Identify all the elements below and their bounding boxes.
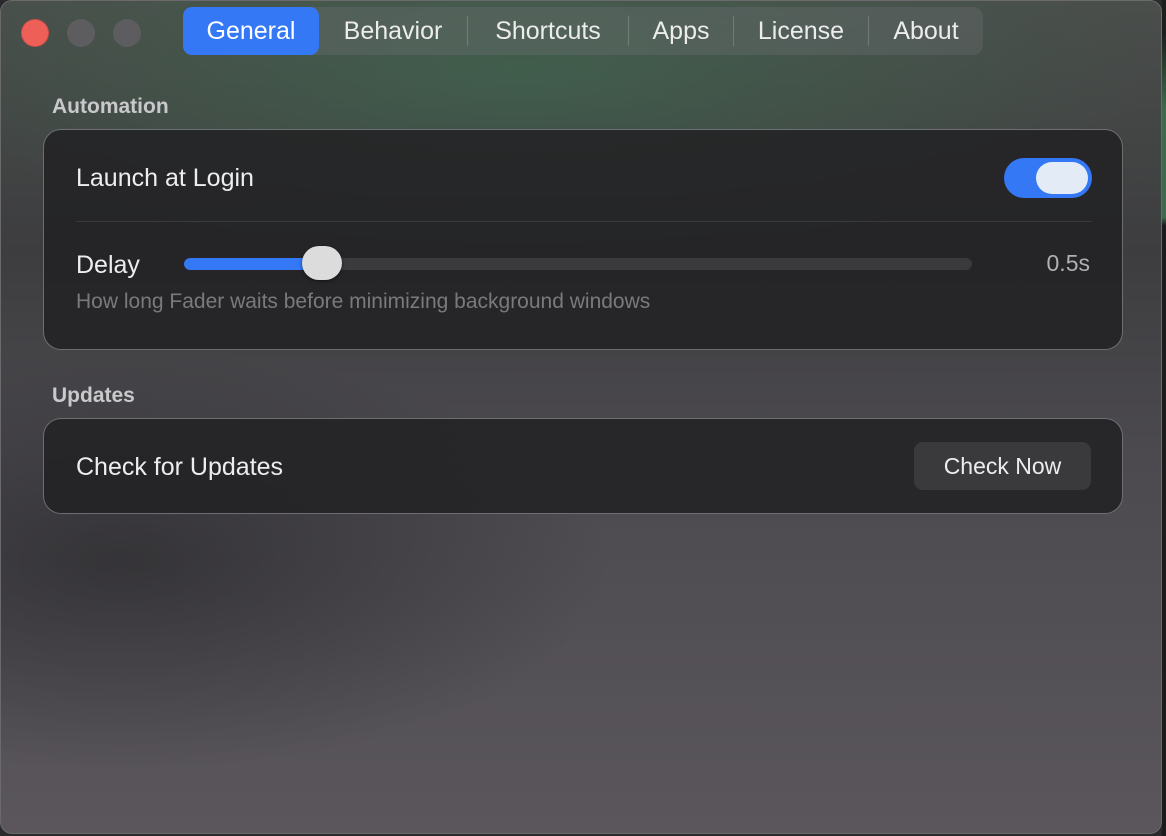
check-now-button[interactable]: Check Now bbox=[914, 442, 1091, 490]
check-for-updates-label: Check for Updates bbox=[76, 453, 284, 481]
automation-card: Launch at Login Delay 0.5s How long Fade… bbox=[43, 129, 1123, 350]
tab-apps-label: Apps bbox=[652, 16, 710, 45]
delay-hint: How long Fader waits before minimizing b… bbox=[76, 290, 651, 313]
tab-behavior-label: Behavior bbox=[343, 16, 443, 45]
tab-bar: General Behavior Shortcuts Apps License … bbox=[183, 7, 983, 55]
automation-section-title: Automation bbox=[52, 95, 169, 118]
minimize-window-button[interactable] bbox=[67, 19, 95, 47]
tab-general-label: General bbox=[206, 16, 296, 45]
tab-shortcuts[interactable]: Shortcuts bbox=[468, 7, 628, 55]
toggle-knob bbox=[1036, 162, 1088, 194]
preferences-window: General Behavior Shortcuts Apps License … bbox=[0, 0, 1162, 834]
delay-slider-thumb[interactable] bbox=[301, 246, 342, 280]
tab-general[interactable]: General bbox=[183, 7, 319, 55]
tab-behavior[interactable]: Behavior bbox=[319, 7, 467, 55]
updates-card: Check for Updates Check Now bbox=[43, 418, 1123, 514]
tab-about-label: About bbox=[893, 16, 959, 45]
delay-label: Delay bbox=[76, 251, 140, 279]
tab-license-label: License bbox=[757, 16, 845, 45]
background-window-edge bbox=[1162, 0, 1166, 836]
tab-license[interactable]: License bbox=[734, 7, 868, 55]
delay-value: 0.5s bbox=[1046, 250, 1090, 276]
updates-section-title: Updates bbox=[52, 384, 135, 407]
launch-at-login-label: Launch at Login bbox=[76, 164, 254, 192]
tab-apps[interactable]: Apps bbox=[629, 7, 733, 55]
close-window-button[interactable] bbox=[21, 19, 49, 47]
launch-at-login-toggle[interactable] bbox=[1004, 158, 1092, 198]
tab-about[interactable]: About bbox=[869, 7, 983, 55]
tab-shortcuts-label: Shortcuts bbox=[495, 16, 601, 45]
zoom-window-button[interactable] bbox=[113, 19, 141, 47]
row-divider bbox=[76, 221, 1092, 222]
